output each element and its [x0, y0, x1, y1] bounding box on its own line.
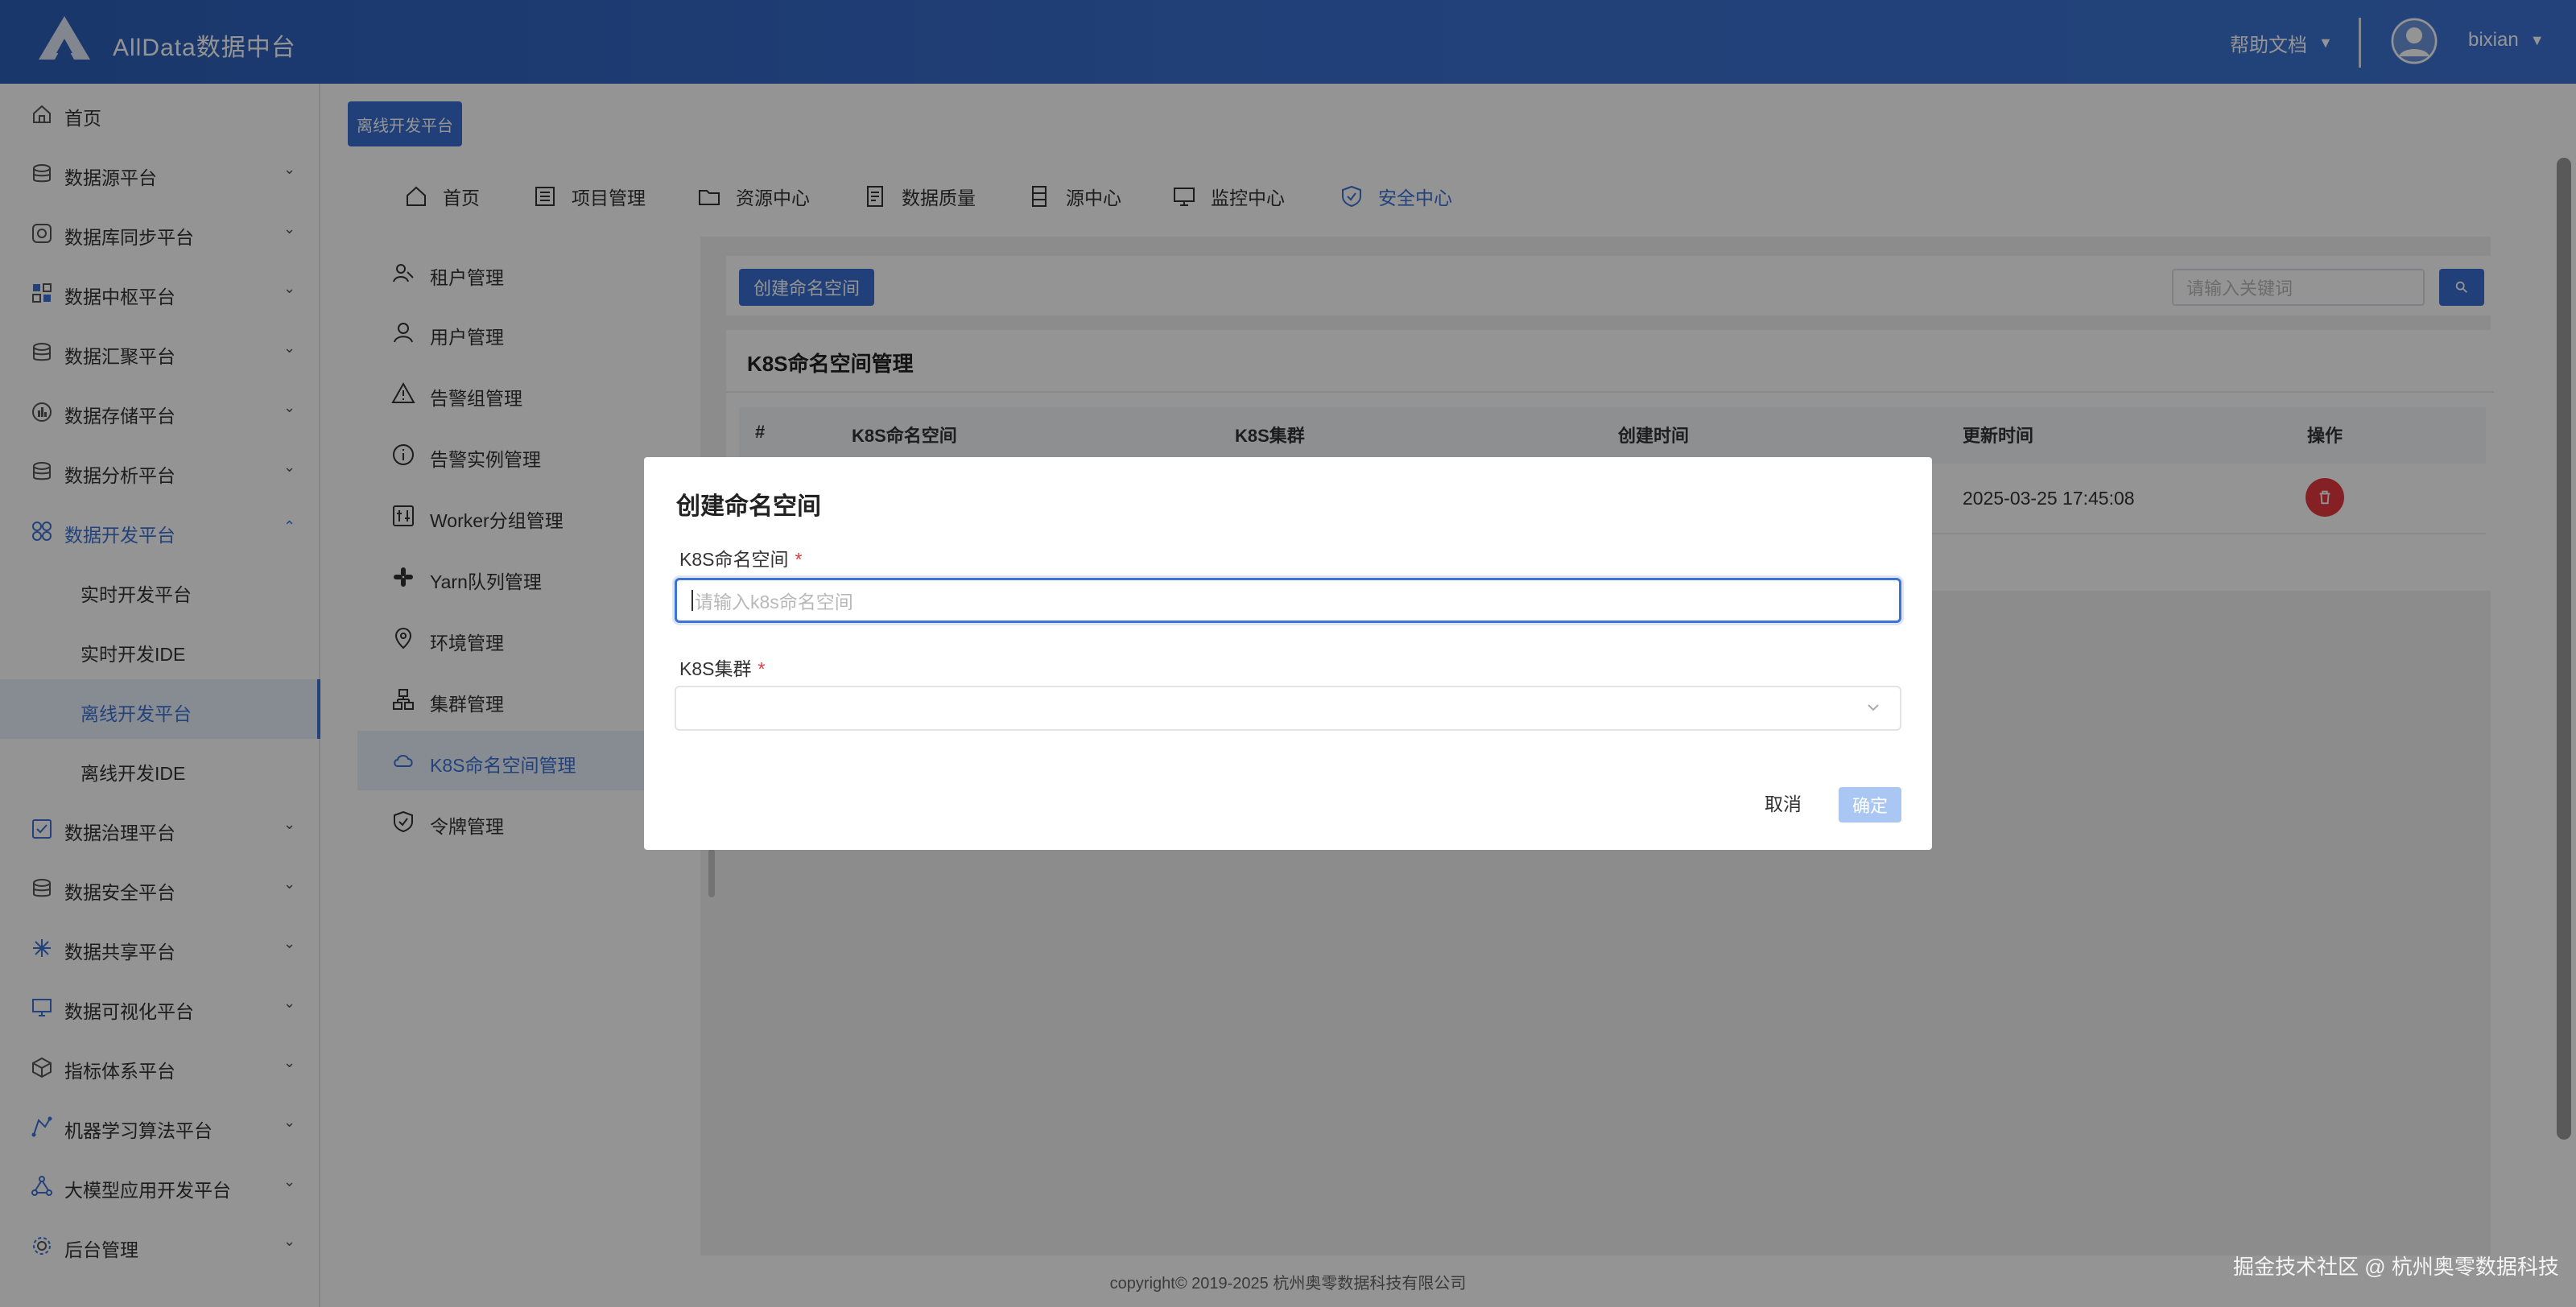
namespace-label-text: K8S命名空间 [679, 549, 789, 570]
required-mark: * [795, 549, 803, 570]
chevron-down-icon [1868, 704, 1879, 711]
namespace-input[interactable]: 请输入k8s命名空间 [675, 578, 1901, 623]
cluster-label-text: K8S集群 [679, 658, 752, 679]
cluster-field-label: K8S集群 * [679, 654, 765, 681]
dialog-title: 创建命名空间 [676, 493, 821, 520]
cluster-select[interactable] [675, 686, 1901, 731]
namespace-placeholder: 请输入k8s命名空间 [695, 592, 853, 612]
create-namespace-dialog: 创建命名空间 K8S命名空间 * 请输入k8s命名空间 K8S集群 * 取消 确定 [644, 457, 1932, 850]
cancel-button[interactable]: 取消 [1765, 789, 1802, 816]
text-cursor [691, 590, 693, 611]
namespace-field-label: K8S命名空间 * [679, 544, 802, 571]
confirm-button[interactable]: 确定 [1839, 787, 1901, 823]
watermark: 掘金技术社区 @ 杭州奥零数据科技 [2233, 1255, 2559, 1279]
required-mark: * [758, 658, 766, 679]
